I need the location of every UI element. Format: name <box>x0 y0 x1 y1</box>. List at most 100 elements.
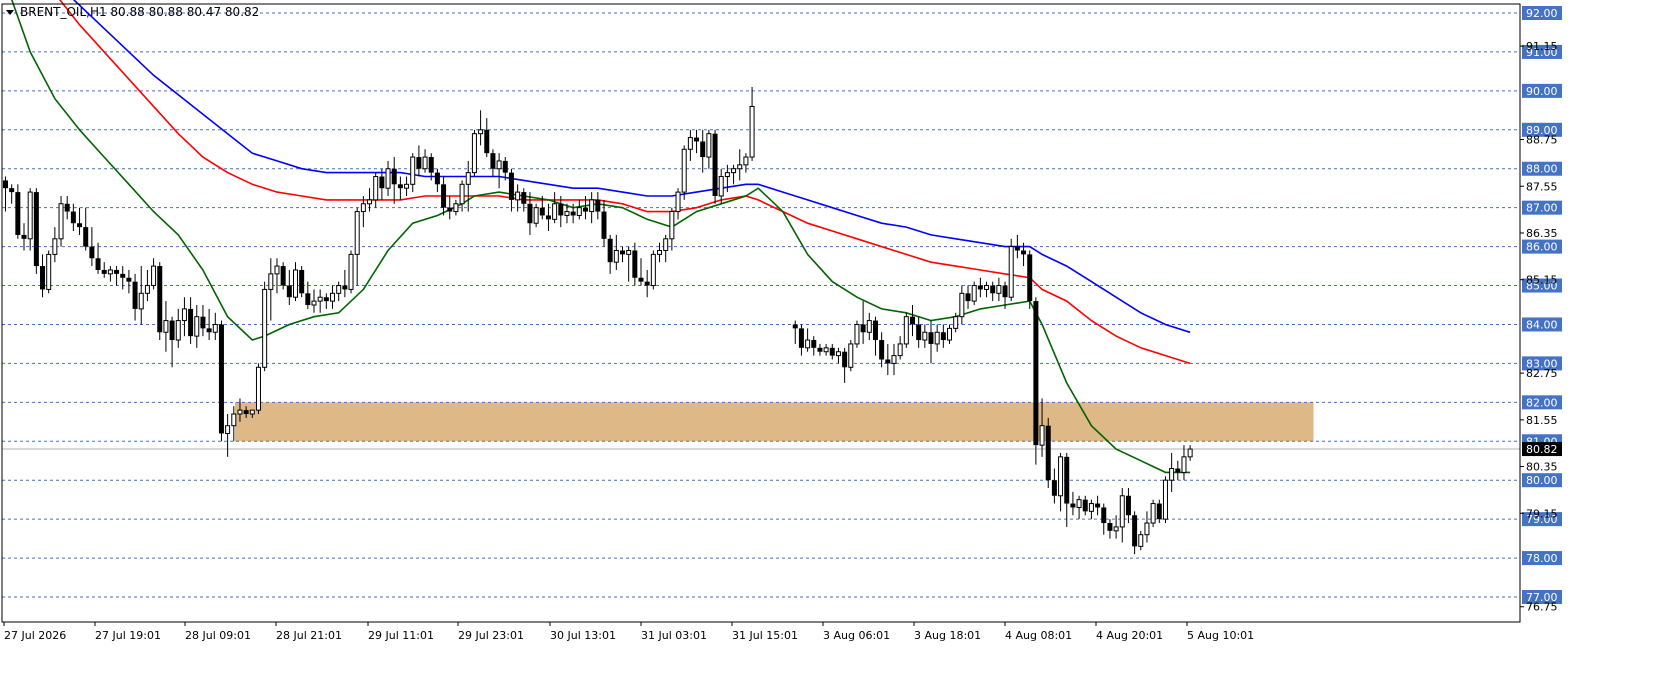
candle-body-bull <box>564 211 570 216</box>
candle-body-bear <box>89 246 95 259</box>
candle-body-bull <box>1076 499 1082 508</box>
time-label: 31 Jul 15:01 <box>732 629 798 642</box>
candle-body-bull <box>823 347 829 353</box>
candle-body-bull <box>212 323 218 333</box>
candle-body-bull <box>848 343 854 368</box>
candle-body-bull <box>367 199 373 205</box>
candle-body-bear <box>1002 285 1008 298</box>
candle-body-bear <box>694 137 700 142</box>
time-label: 5 Aug 10:01 <box>1187 629 1254 642</box>
candle <box>903 312 909 348</box>
candle-body-bull <box>459 183 465 205</box>
candle-body-bull <box>336 285 342 294</box>
level-label-78.00: 78.00 <box>1526 552 1558 565</box>
candle-body-bull <box>657 249 663 255</box>
candle <box>712 129 718 204</box>
candle-body-bear <box>798 328 804 348</box>
candle-body-bear <box>872 320 878 341</box>
candle-body-bear <box>1027 254 1033 302</box>
current-price-tag: 80.82 <box>1526 443 1558 456</box>
candle <box>1162 476 1168 524</box>
candle-body-bear <box>428 157 434 173</box>
candle-body-bull <box>410 156 416 185</box>
candle <box>255 363 261 415</box>
candle <box>1027 250 1033 309</box>
candle-body-bull <box>1150 503 1156 524</box>
level-label-92.00: 92.00 <box>1526 7 1558 20</box>
candle-body-bull <box>903 316 909 345</box>
candle-body-bull <box>663 238 669 251</box>
candle-body-bear <box>965 293 971 302</box>
candle-body-bull <box>317 296 323 302</box>
candle <box>46 250 52 294</box>
level-label-86.00: 86.00 <box>1526 241 1558 254</box>
candle-body-bear <box>1125 495 1131 516</box>
candle-body-bull <box>52 238 58 255</box>
candle-body-bull <box>996 285 1002 294</box>
candle-body-bear <box>879 340 885 360</box>
candle-body-bull <box>737 164 743 170</box>
candle-body-bull <box>866 320 872 333</box>
time-label: 30 Jul 13:01 <box>550 629 616 642</box>
candle-body-bull <box>268 273 274 290</box>
candle-body-bull <box>1113 526 1119 532</box>
candle-body-bear <box>817 347 823 352</box>
candle-body-bear <box>379 176 385 189</box>
candle-body-bear <box>502 160 508 173</box>
candle-body-bear <box>70 211 76 224</box>
candle-body-bull <box>151 265 157 287</box>
candle-body-bull <box>27 191 33 240</box>
candle-body-bull <box>255 366 261 411</box>
level-label-84.00: 84.00 <box>1526 318 1558 331</box>
candle-body-bull <box>348 253 354 290</box>
candle-body-bear <box>1095 503 1101 508</box>
candle-body-bear <box>33 192 39 267</box>
price-tick-label: 79.15 <box>1526 507 1558 520</box>
candle-body-bull <box>1162 479 1168 520</box>
candle-body-bear <box>101 269 107 274</box>
time-label: 28 Jul 21:01 <box>276 629 342 642</box>
candle-body-bull <box>749 105 755 158</box>
candle-body-bull <box>1039 425 1045 446</box>
price-tick-label: 82.75 <box>1526 367 1558 380</box>
candle-body-bear <box>441 184 447 208</box>
candle <box>471 129 477 177</box>
candle-body-bull <box>144 285 150 294</box>
candle <box>218 320 224 442</box>
candle-body-bull <box>225 425 231 434</box>
candle-body-bear <box>188 308 194 337</box>
candle-body-bear <box>570 211 576 216</box>
candle <box>280 262 286 290</box>
candle-body-bear <box>280 266 286 286</box>
candle-body-bull <box>1144 522 1150 536</box>
candle <box>1150 499 1156 527</box>
candle-body-bear <box>842 351 848 368</box>
candle-body-bear <box>595 199 601 212</box>
candle-body-bear <box>1033 301 1039 446</box>
candle-body-bear <box>1132 515 1138 547</box>
candle-body-bull <box>373 176 379 201</box>
candle-body-bear <box>169 320 175 341</box>
candle-body-bull <box>552 203 558 220</box>
candle <box>157 262 163 341</box>
candle-body-bull <box>971 285 977 302</box>
candle-body-bear <box>545 215 551 220</box>
candle-body-bull <box>1058 456 1064 497</box>
candle <box>1008 238 1014 302</box>
candle-body-bull <box>181 308 187 322</box>
candle-body-bull <box>274 265 280 275</box>
candle-body-bear <box>114 269 120 274</box>
level-label-90.00: 90.00 <box>1526 85 1558 98</box>
candle-body-bear <box>157 266 163 333</box>
candle-body-bear <box>607 238 613 263</box>
candle-body-bull <box>589 199 595 213</box>
support-resistance-zone <box>234 402 1314 442</box>
candle-body-bull <box>138 292 144 310</box>
candle-body-bear <box>539 207 545 216</box>
candle-body-bear <box>527 203 533 224</box>
candle-body-bull <box>1169 468 1175 481</box>
candle-body-bear <box>120 273 126 278</box>
price-tick-label: 86.35 <box>1526 227 1558 240</box>
candle-body-bear <box>909 316 915 325</box>
candle-body-bear <box>9 188 15 193</box>
